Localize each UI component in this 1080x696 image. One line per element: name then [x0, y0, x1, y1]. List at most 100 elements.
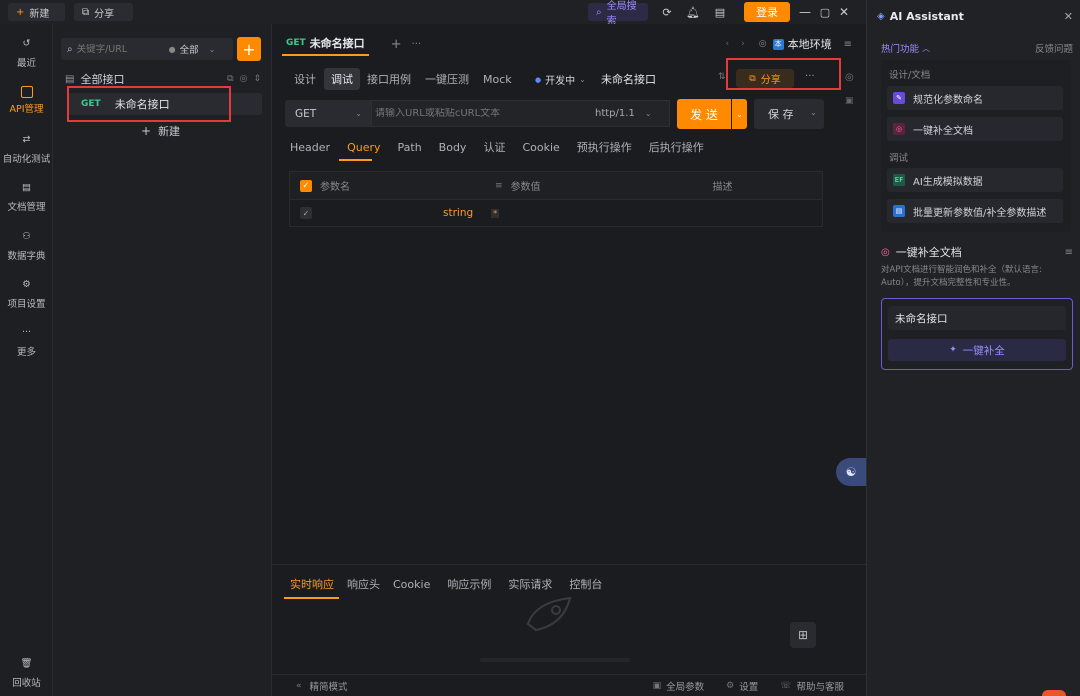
ai-float-button[interactable]: ☯ [836, 458, 866, 486]
tab-mock[interactable]: Mock [476, 70, 519, 89]
tree-search-box[interactable]: ⌕ ● 全部 ⌄ [61, 38, 233, 60]
tab-pre-script[interactable]: 预执行操作 [577, 139, 632, 155]
ai-logo-icon: ◈ [877, 10, 885, 22]
environment-icon: 本 [772, 38, 784, 50]
panel-toggle-icon[interactable]: ▣ [845, 96, 854, 106]
feedback-link[interactable]: 反馈问题 [1035, 41, 1073, 55]
menu-icon[interactable]: ≡ [844, 39, 852, 50]
add-api-button[interactable]: + [237, 37, 261, 61]
nav-dictionary[interactable]: ⚇ 数据字典 [0, 231, 53, 262]
tab-live-response[interactable]: 实时响应 [290, 576, 334, 592]
tab-design[interactable]: 设计 [286, 68, 324, 90]
locate-icon[interactable]: ◎ [240, 74, 248, 84]
plus-icon: + [242, 39, 256, 59]
more-tabs-icon[interactable]: ··· [412, 39, 422, 50]
select-all-checkbox[interactable]: ✓ [300, 179, 312, 192]
row-checkbox[interactable]: ✓ [300, 207, 312, 219]
nav-more-label: 更多 [16, 347, 36, 358]
close-icon[interactable]: ✕ [838, 5, 850, 19]
share-button[interactable]: ⧉ 分享 [74, 3, 133, 21]
row-type-select[interactable]: string [443, 207, 473, 219]
environment-select[interactable]: 本 本地环境 [772, 36, 832, 52]
tree-new-button[interactable]: + 新建 [141, 123, 180, 139]
tab-path[interactable]: Path [398, 141, 422, 154]
refresh-icon[interactable]: ⟳ [660, 5, 674, 19]
chevron-left-icon[interactable]: ‹ [726, 39, 730, 49]
tab-cookie[interactable]: Cookie [522, 141, 559, 154]
nav-recent[interactable]: ↺ 最近 [0, 38, 53, 69]
nav-recent-label: 最近 [16, 58, 36, 69]
nav-more[interactable]: ··· 更多 [0, 327, 53, 358]
chevron-right-icon[interactable]: › [741, 39, 745, 49]
bell-icon[interactable]: 🔔︎ [686, 5, 700, 19]
nav-docs[interactable]: ▤ 文档管理 [0, 182, 53, 213]
tab-response-cookie[interactable]: Cookie [393, 578, 430, 591]
sync-icon[interactable]: ⧉ [227, 74, 233, 84]
tab-test-cases[interactable]: 接口用例 [360, 68, 418, 90]
tab-response-headers[interactable]: 响应头 [347, 576, 380, 592]
tab-response-examples[interactable]: 响应示例 [447, 576, 491, 592]
tab-debug[interactable]: 调试 [324, 68, 360, 90]
help-button[interactable]: 帮助与客服 [796, 679, 844, 693]
save-label: 保 存 [768, 108, 794, 121]
nav-api-label: API管理 [9, 104, 44, 115]
feature-normalize-params[interactable]: ✎ 规范化参数命名 [887, 86, 1063, 110]
doc-tab-active[interactable]: GET 未命名接口 [282, 32, 369, 56]
required-star-icon[interactable]: * [491, 208, 500, 218]
settings-button[interactable]: 设置 [739, 679, 758, 693]
tab-console[interactable]: 控制台 [569, 576, 602, 592]
global-params-button[interactable]: 全局参数 [666, 679, 704, 693]
message-icon[interactable]: ▤ [713, 5, 727, 19]
close-icon[interactable]: ✕ [1064, 10, 1073, 23]
api-name-field[interactable]: 未命名接口 [601, 71, 656, 87]
tab-query[interactable]: Query [347, 141, 380, 154]
highlight-box-share [726, 58, 841, 90]
nav-automation[interactable]: ⇄ 自动化测试 [0, 134, 53, 165]
tab-body[interactable]: Body [439, 141, 467, 154]
ai-assistant-panel: ◈ AI Assistant ✕ 热门功能 ︿ 反馈问题 设计/文档 ✎ 规范化… [866, 0, 1080, 696]
maximize-icon[interactable]: ▢ [819, 5, 831, 19]
nav-project-settings[interactable]: ⚙ 项目设置 [0, 279, 53, 310]
feature-complete-docs[interactable]: ◎ 一键补全文档 [887, 117, 1063, 141]
url-input[interactable] [375, 108, 595, 119]
send-button[interactable]: 发 送 [677, 99, 731, 129]
env-settings-icon[interactable]: ◎ [759, 39, 767, 49]
send-dropdown-button[interactable]: ⌄ [732, 99, 747, 129]
tab-actual-request[interactable]: 实际请求 [508, 576, 552, 592]
add-tab-icon[interactable]: + [391, 37, 402, 52]
project-settings-icon: ⚙ [22, 279, 31, 290]
bulk-edit-icon[interactable]: ≡ [495, 181, 503, 191]
nav-api-management[interactable]: API管理 [0, 86, 53, 115]
response-tabs: 实时响应 响应头 Cookie 响应示例 实际请求 控制台 [290, 575, 602, 593]
tab-post-script[interactable]: 后执行操作 [649, 139, 704, 155]
protocol-select[interactable]: http/1.1 [595, 108, 635, 119]
tree-search-input[interactable] [76, 43, 165, 55]
new-button[interactable]: + 新建 [8, 3, 65, 21]
check-circle-icon[interactable]: ◎ [845, 72, 854, 83]
expand-icon[interactable]: ⇕ [253, 74, 261, 84]
minimize-icon[interactable]: — [799, 5, 811, 19]
api-name-input[interactable]: 未命名接口 [888, 306, 1066, 330]
gear-icon: ⚙ [726, 680, 735, 691]
global-search-button[interactable]: ⌕ 全局搜索 [588, 1, 648, 27]
notification-badge[interactable] [1042, 690, 1066, 696]
hot-features-toggle[interactable]: 热门功能 [881, 41, 919, 55]
feature-batch-update[interactable]: ▤ 批量更新参数值/补全参数描述 [887, 199, 1063, 223]
method-select[interactable]: GET ⌄ [285, 100, 371, 127]
complete-action-button[interactable]: ✦ 一键补全 [888, 339, 1066, 361]
layout-toggle-icon[interactable]: ⊞ [790, 622, 816, 648]
menu-icon[interactable]: ≡ [1065, 247, 1073, 258]
nav-trash[interactable]: 🗑︎ 回收站 [0, 658, 53, 689]
status-select[interactable]: ● 开发中 ⌄ [535, 72, 586, 87]
tab-stress-test[interactable]: 一键压测 [418, 68, 476, 90]
tab-auth[interactable]: 认证 [483, 139, 505, 155]
tree-filter-select[interactable]: 全部 [180, 42, 199, 56]
tab-header[interactable]: Header [290, 141, 330, 154]
login-button[interactable]: 登录 [744, 2, 790, 22]
collapse-icon[interactable]: « [296, 681, 302, 691]
feature-mock-data[interactable]: EF AI生成模拟数据 [887, 168, 1063, 192]
save-dropdown-icon[interactable]: ⌄ [810, 108, 817, 117]
sort-icon[interactable]: ⇅ [718, 72, 726, 82]
compact-mode-button[interactable]: 精简模式 [310, 679, 348, 693]
tree-root[interactable]: ▤ 全部接口 ⧉ ◎ ⇕ [65, 71, 261, 87]
